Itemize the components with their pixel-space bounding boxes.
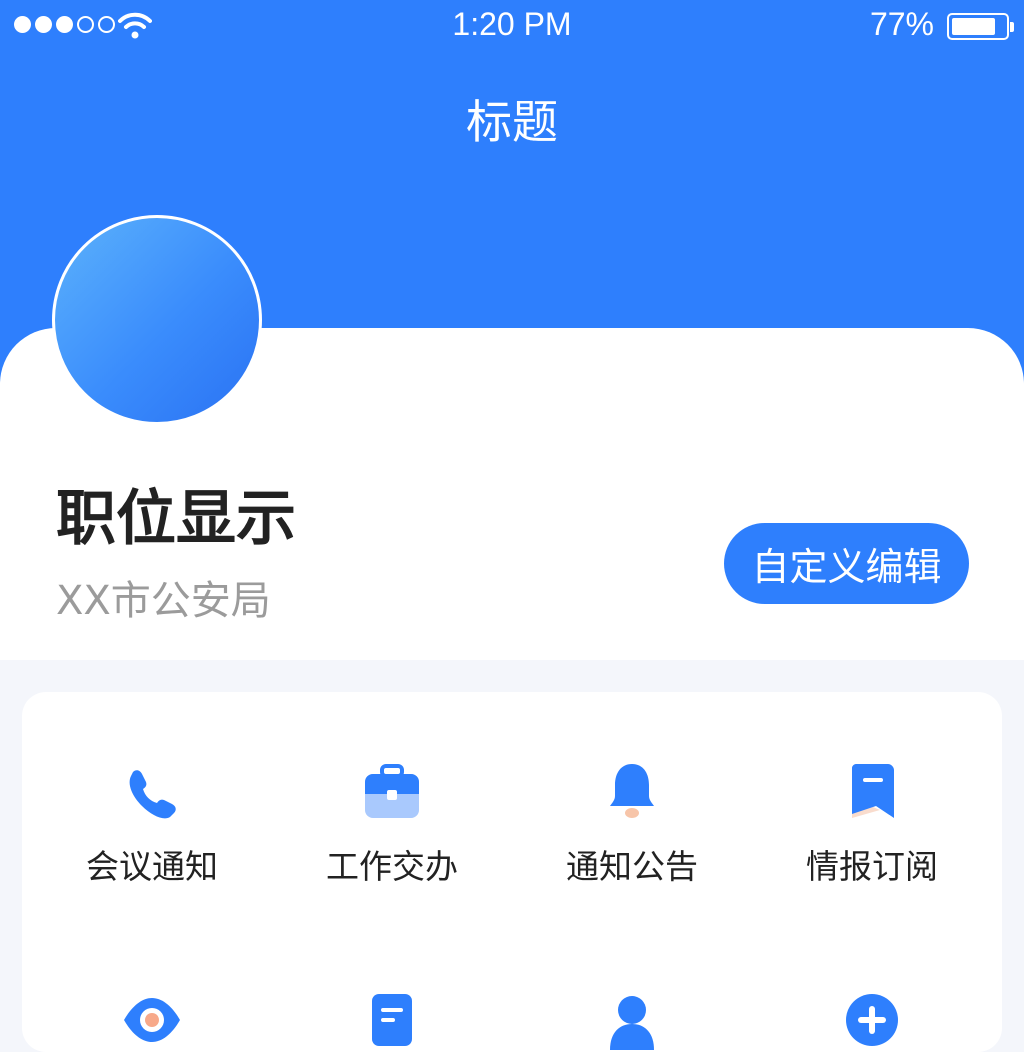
grid-item-work-assignment[interactable]: 工作交办 [292, 762, 492, 886]
phone-icon [129, 770, 176, 819]
document-icon [372, 994, 412, 1046]
grid-item-7[interactable] [532, 990, 732, 1050]
grid-item-label: 情报订阅 [806, 847, 938, 886]
grid-item-intel-subscription[interactable]: 情报订阅 [772, 762, 972, 886]
grid-item-label: 会议通知 [86, 847, 218, 886]
grid-item-label: 通知公告 [566, 847, 698, 886]
grid-item-meeting-notice[interactable]: 会议通知 [52, 762, 252, 886]
page-title: 标题 [466, 95, 558, 149]
briefcase-icon [365, 764, 419, 818]
customize-edit-button[interactable]: 自定义编辑 [724, 523, 969, 604]
bookmark-icon [852, 764, 894, 818]
battery-percent: 77% [869, 6, 934, 42]
organization-name: XX市公安局 [56, 578, 271, 624]
grid-item-label: 工作交办 [326, 847, 458, 886]
bell-icon [610, 764, 654, 818]
grid-item-8[interactable] [772, 990, 972, 1050]
grid-item-6[interactable] [292, 990, 492, 1050]
avatar[interactable] [52, 215, 262, 425]
grid-item-5[interactable] [52, 990, 252, 1050]
eye-icon [124, 998, 180, 1042]
add-icon [846, 994, 898, 1046]
battery-icon [947, 13, 1014, 40]
grid-item-announcement[interactable]: 通知公告 [532, 762, 732, 886]
user-icon [610, 996, 654, 1050]
function-grid: 会议通知 工作交办 通知公告 情报订阅 [22, 692, 1002, 1052]
position-title: 职位显示 [56, 484, 296, 554]
status-bar: 1:20 PM 77% [0, 0, 1024, 52]
